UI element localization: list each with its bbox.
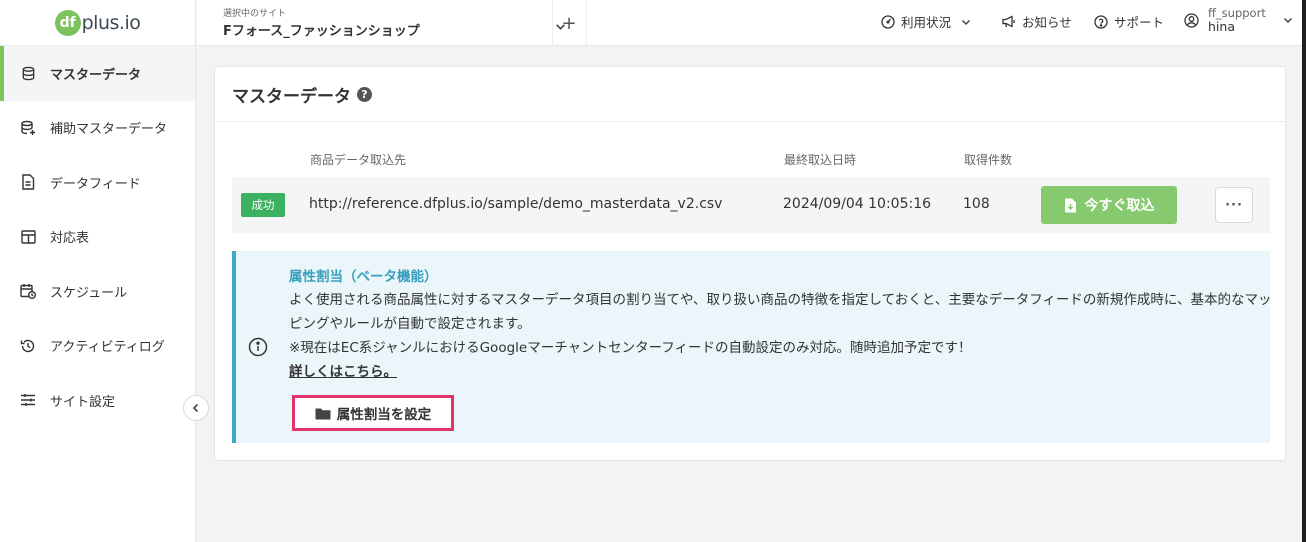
card-header: マスターデータ ? bbox=[215, 67, 1285, 122]
site-caption: 選択中のサイト bbox=[223, 9, 287, 19]
logo-badge: df bbox=[54, 9, 81, 36]
sidebar-item-activity-log[interactable]: アクティビティログ bbox=[0, 319, 195, 374]
more-options-button[interactable]: ··· bbox=[1215, 187, 1253, 223]
sidebar-item-label: サイト設定 bbox=[50, 394, 116, 410]
sidebar-collapse-button[interactable] bbox=[183, 395, 209, 421]
column-header-count: 取得件数 bbox=[964, 153, 1013, 167]
set-attribute-assignment-button[interactable]: 属性割当を設定 bbox=[292, 395, 454, 431]
usage-menu[interactable]: 利用状況 bbox=[881, 12, 971, 31]
sidebar-item-label: スケジュール bbox=[50, 285, 128, 301]
history-icon bbox=[20, 338, 36, 354]
import-now-button[interactable]: 今すぐ取込 bbox=[1041, 186, 1177, 224]
info-note: ※現在はEC系ジャンルにおけるGoogleマーチャントセンターフィードの自動設定… bbox=[289, 340, 972, 356]
user-sub: hina bbox=[1208, 19, 1235, 34]
sidebar-item-schedule[interactable]: スケジュール bbox=[0, 264, 195, 319]
sidebar-item-data-feed[interactable]: データフィード bbox=[0, 155, 195, 210]
support-label: サポート bbox=[1114, 15, 1165, 30]
usage-label: 利用状況 bbox=[901, 15, 952, 30]
sidebar-item-aux-master-data[interactable]: 補助マスターデータ bbox=[0, 101, 195, 156]
site-selector[interactable]: 選択中のサイト Fフォース_ファッションショップ bbox=[223, 6, 565, 39]
sliders-icon bbox=[20, 392, 36, 408]
header: 選択中のサイト Fフォース_ファッションショップ + 利用状況 お知らせ サポー… bbox=[197, 0, 1306, 46]
attribute-assignment-info: 属性割当（ベータ機能） よく使用される商品属性に対するマスターデータ項目の割り当… bbox=[232, 251, 1272, 443]
user-icon bbox=[1184, 12, 1199, 28]
master-data-card: マスターデータ ? 商品データ取込先 最終取込日時 取得件数 成功 http:/… bbox=[214, 66, 1286, 461]
gauge-icon bbox=[881, 14, 895, 29]
import-now-label: 今すぐ取込 bbox=[1084, 198, 1155, 214]
user-menu[interactable]: ff_support hina bbox=[1184, 6, 1293, 34]
column-header-last-import: 最終取込日時 bbox=[784, 153, 857, 167]
sidebar-item-label: マスターデータ bbox=[50, 67, 142, 83]
info-icon bbox=[248, 337, 268, 357]
set-attribute-assignment-label: 属性割当を設定 bbox=[336, 407, 432, 423]
logo[interactable]: df plus.io bbox=[0, 0, 195, 46]
details-link[interactable]: 詳しくはこちら。 bbox=[289, 360, 397, 380]
source-url: http://reference.dfplus.io/sample/demo_m… bbox=[309, 196, 723, 212]
divider bbox=[552, 0, 553, 46]
help-circle-icon bbox=[1094, 14, 1108, 29]
support-menu[interactable]: サポート bbox=[1094, 12, 1164, 31]
chevron-down-icon bbox=[961, 19, 971, 25]
status-badge: 成功 bbox=[241, 193, 285, 217]
table-icon bbox=[20, 229, 36, 245]
scrollbar[interactable] bbox=[1302, 0, 1306, 542]
user-name: ff_support bbox=[1208, 6, 1266, 20]
folder-icon bbox=[315, 408, 331, 419]
megaphone-icon bbox=[1002, 15, 1015, 28]
info-text: よく使用される商品属性に対するマスターデータ項目の割り当てや、取り扱い商品の特徴… bbox=[289, 292, 1272, 332]
sidebar: df plus.io マスターデータ 補助マスターデータ データフィード 対応表… bbox=[0, 0, 196, 542]
item-count: 108 bbox=[963, 196, 990, 212]
sidebar-item-mapping-table[interactable]: 対応表 bbox=[0, 210, 195, 265]
divider bbox=[586, 0, 587, 46]
sidebar-item-master-data[interactable]: マスターデータ bbox=[0, 46, 195, 101]
sidebar-item-site-settings[interactable]: サイト設定 bbox=[0, 373, 195, 428]
database-icon bbox=[20, 65, 36, 81]
chevron-down-icon bbox=[1283, 17, 1292, 24]
file-import-icon bbox=[1064, 198, 1076, 212]
sidebar-item-label: データフィード bbox=[50, 176, 141, 192]
calendar-icon bbox=[20, 283, 36, 300]
table-row: 成功 http://reference.dfplus.io/sample/dem… bbox=[232, 177, 1270, 233]
news-label: お知らせ bbox=[1022, 15, 1072, 30]
chevron-left-icon bbox=[192, 403, 199, 413]
page-title: マスターデータ bbox=[232, 86, 351, 107]
sidebar-item-label: 補助マスターデータ bbox=[50, 122, 168, 138]
database-plus-icon bbox=[20, 120, 36, 136]
news-menu[interactable]: お知らせ bbox=[1002, 12, 1072, 31]
logo-text: plus.io bbox=[81, 11, 141, 34]
file-icon bbox=[20, 174, 36, 190]
last-import-date: 2024/09/04 10:05:16 bbox=[783, 196, 932, 212]
info-title: 属性割当（ベータ機能） bbox=[289, 269, 438, 285]
site-name: Fフォース_ファッションショップ bbox=[223, 24, 420, 39]
sidebar-item-label: 対応表 bbox=[50, 231, 90, 247]
help-icon[interactable]: ? bbox=[357, 86, 372, 102]
column-header-source: 商品データ取込先 bbox=[310, 153, 407, 167]
sidebar-item-label: アクティビティログ bbox=[50, 340, 165, 356]
add-site-button[interactable]: + bbox=[555, 9, 583, 37]
